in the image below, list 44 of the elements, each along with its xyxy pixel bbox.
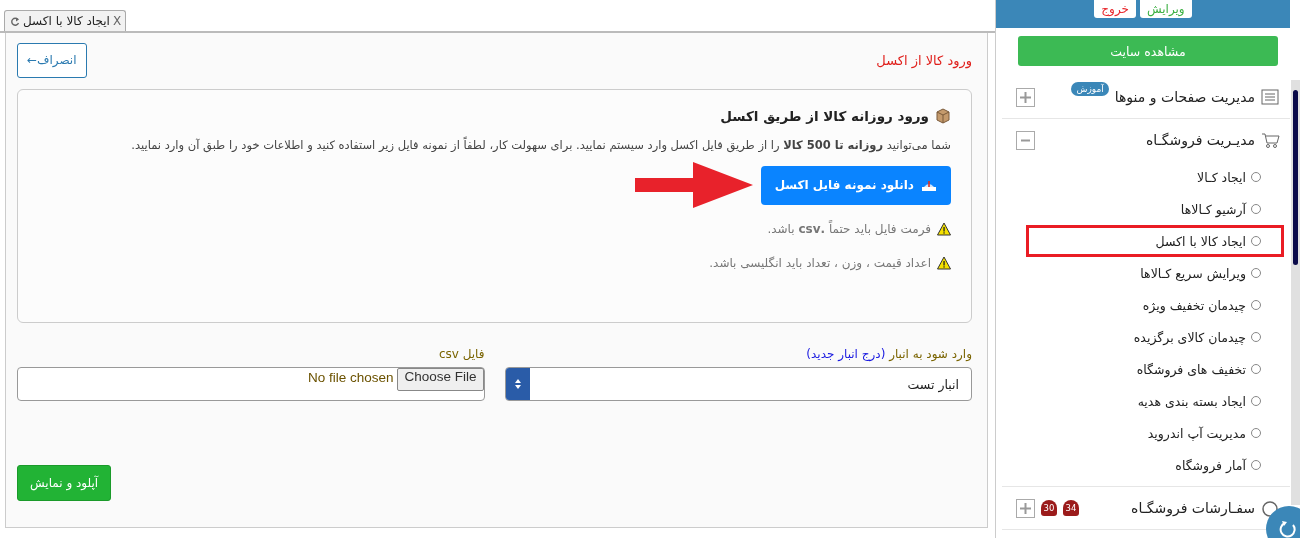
description: شما می‌توانید روزانه تا 500 کالا را از طریق فایل اکسل وارد سیستم نمایید. برای سهولت کار، لطفاً از نمونه فایل زیر استفاده کنید و اطلاعات خود را طبق آن وارد نمایید. <box>130 138 951 152</box>
download-button[interactable]: دانلود نمونه فایل اکسل <box>760 165 951 205</box>
menu-item[interactable]: مدیریت آپ اندروید <box>1026 417 1284 449</box>
box-icon <box>935 108 951 124</box>
updown-icon <box>513 379 522 389</box>
header-button[interactable]: خروج <box>1094 0 1136 18</box>
new-warehouse-link[interactable]: (درج انبار جدید) <box>806 347 886 361</box>
menu-item[interactable]: تخفیف های فروشگاه <box>1026 353 1284 385</box>
menu-item[interactable]: آرشیو کـالاها <box>1026 193 1284 225</box>
tutorial-badge[interactable]: آموزش <box>1071 82 1109 96</box>
menu-section[interactable]: مدیریت صفحات و منوها <box>1114 89 1255 105</box>
file-input[interactable]: No file chosen Choose File <box>17 367 485 401</box>
card-heading: ورود روزانه کالا از طریق اکسل <box>720 108 929 124</box>
menu-section[interactable]: سفـارشات فروشگـاه <box>1131 500 1255 516</box>
warning-icon <box>937 256 951 270</box>
menu-item[interactable]: ایجاد کـالا <box>1026 161 1284 193</box>
expand-icon[interactable] <box>1016 498 1035 518</box>
scrollbar-thumb[interactable] <box>1293 90 1298 265</box>
tray-icon <box>921 178 937 192</box>
menu-item[interactable]: چیدمان تخفیف ویژه <box>1026 289 1284 321</box>
field-label: وارد شود به انبار <box>887 347 972 361</box>
scrollbar[interactable] <box>1291 80 1300 505</box>
menu-item[interactable]: ویرایش سریع کـالاها <box>1026 257 1284 289</box>
page-title: ورود کالا از اکسل <box>876 52 972 68</box>
menu-item[interactable]: آمار فروشگاه <box>1026 449 1284 481</box>
expand-icon[interactable] <box>1016 87 1035 107</box>
list-icon <box>1261 88 1280 106</box>
close-icon[interactable]: X <box>112 14 122 28</box>
note-text: اعداد قیمت ، وزن ، تعداد باید انگلیسی باشد. <box>709 256 931 270</box>
cancel-button[interactable]: انصراف← <box>17 42 87 78</box>
menu-section[interactable]: مدیـریت فروشگـاه <box>1146 132 1255 148</box>
warning-icon <box>937 222 951 236</box>
count-badge: 34 <box>1063 500 1079 516</box>
refresh-icon <box>1279 519 1299 538</box>
warehouse-select[interactable]: انبار تست <box>504 367 972 401</box>
field-label: فایل csv <box>437 347 485 361</box>
tab-title: ایجاد کالا با اکسل <box>23 14 110 28</box>
cart-icon <box>1261 131 1280 149</box>
menu-item[interactable]: ایجاد بسته بندی هدیه <box>1026 385 1284 417</box>
collapse-icon[interactable] <box>1016 130 1035 150</box>
menu-item[interactable]: ایجاد کالا با اکسل <box>1026 225 1284 257</box>
count-badge: 30 <box>1041 500 1057 516</box>
menu-item[interactable]: چیدمان کالای برگزیده <box>1026 321 1284 353</box>
refresh-icon[interactable] <box>9 15 20 27</box>
